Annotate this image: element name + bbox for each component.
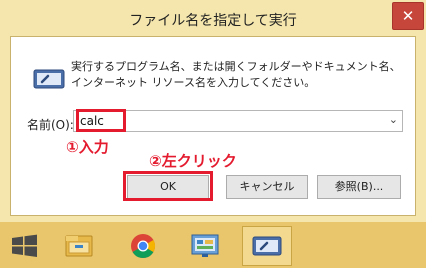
title-bar[interactable]: ファイル名を指定して実行 ✕ [0,0,426,36]
dialog-title: ファイル名を指定して実行 [129,13,297,29]
name-label: 名前(O): [27,118,74,132]
step2-annotation: ②左クリック [149,152,237,170]
taskbar-control-panel[interactable] [180,226,230,266]
taskbar [0,222,426,268]
browse-button[interactable]: 参照(B)... [317,175,401,199]
ok-button[interactable]: OK [127,175,209,199]
taskbar-run-dialog[interactable] [242,226,292,266]
dialog-body: 実行するプログラム名、または開くフォルダーやドキュメント名、インターネット リソ… [10,36,416,216]
start-button[interactable] [0,226,50,266]
control-panel-icon [180,234,230,270]
name-input-value[interactable]: calc [80,114,104,128]
name-combobox[interactable]: calc ⌄ [73,110,403,132]
start-windows-icon [0,234,50,270]
chrome-icon [118,234,168,270]
taskbar-chrome[interactable] [118,226,168,266]
run-dialog-icon [243,236,291,269]
instruction-text: 実行するプログラム名、または開くフォルダーやドキュメント名、インターネット リソ… [71,60,401,89]
step1-annotation: ①入力 [66,138,109,156]
run-program-icon [33,67,65,91]
taskbar-file-explorer[interactable] [55,226,105,266]
cancel-button[interactable]: キャンセル [226,175,308,199]
file-explorer-icon [55,235,105,270]
chevron-down-icon[interactable]: ⌄ [389,113,398,126]
run-dialog: ファイル名を指定して実行 ✕ 実行するプログラム名、または開くフォルダーやドキュ… [0,0,426,222]
close-button[interactable]: ✕ [392,2,424,30]
